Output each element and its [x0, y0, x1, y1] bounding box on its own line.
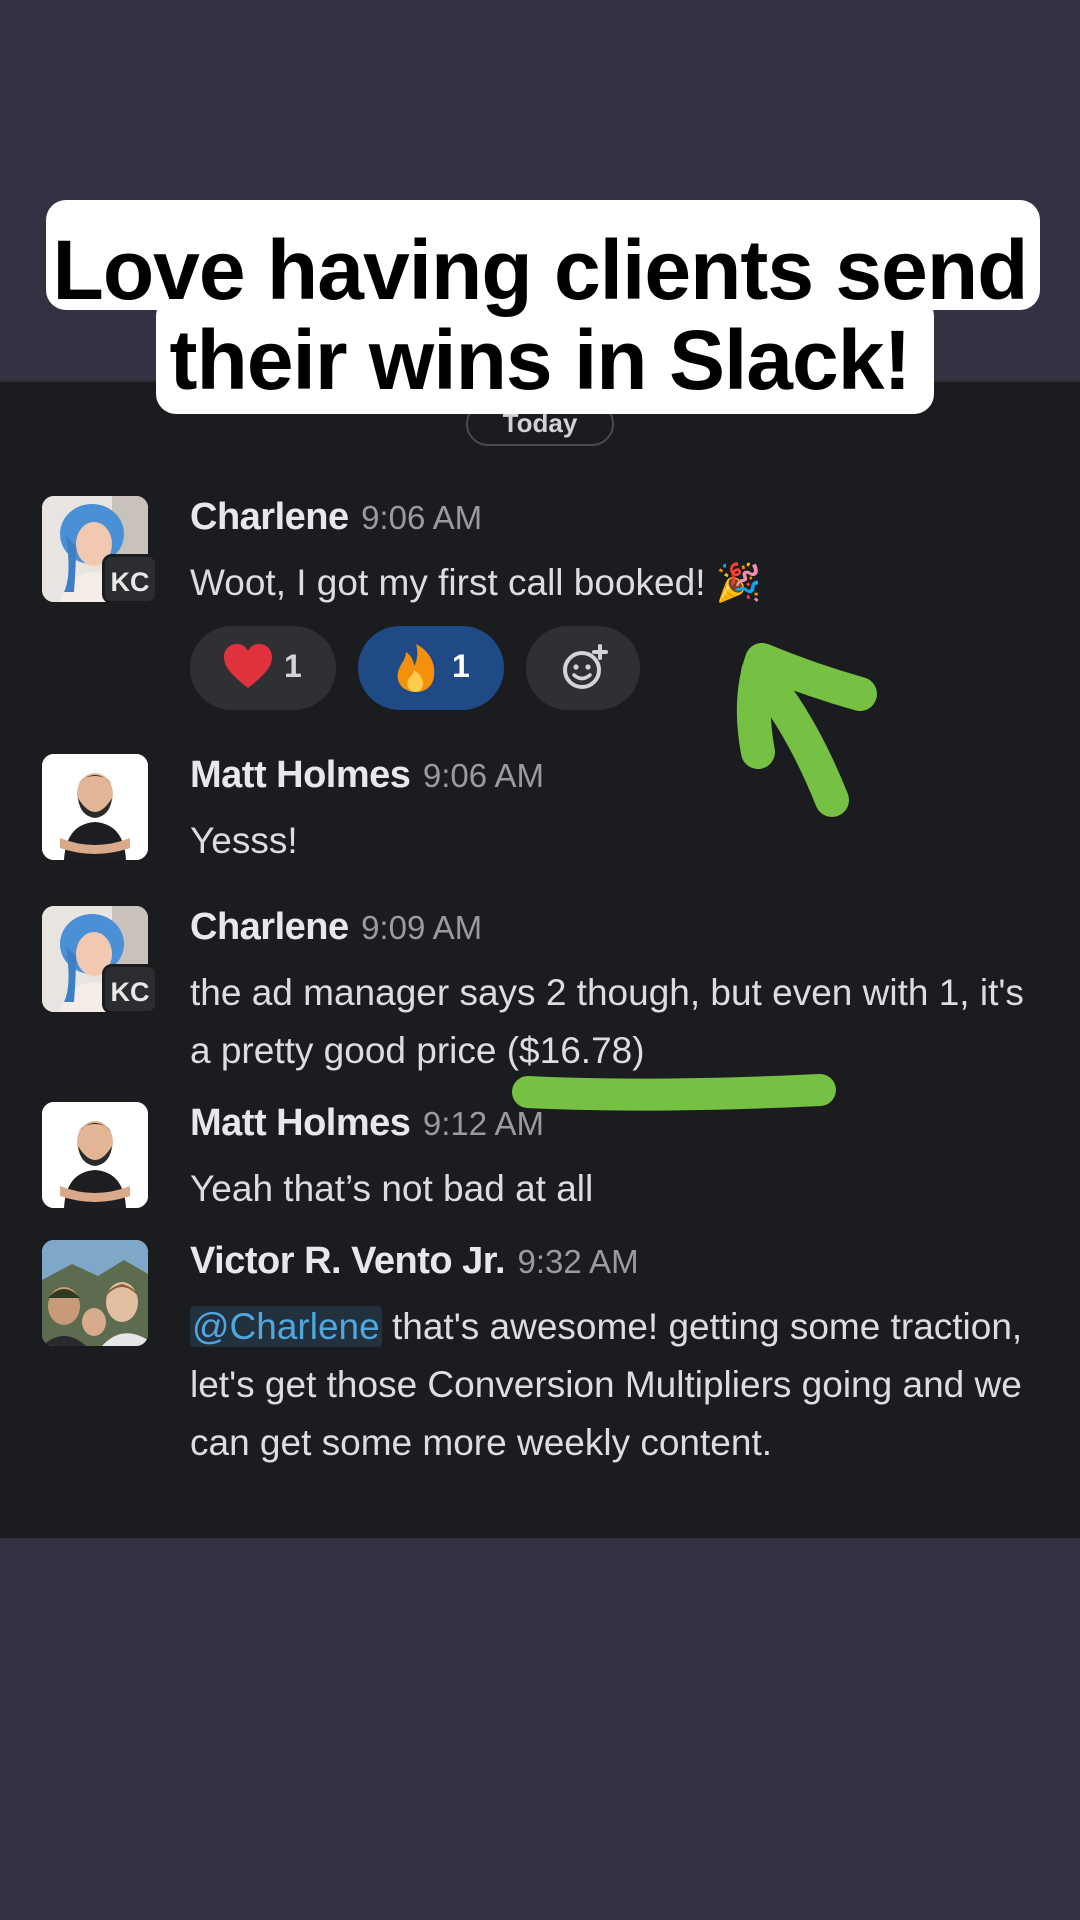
message-text: Yesss!	[190, 820, 298, 861]
reaction-heart[interactable]: 1	[190, 626, 336, 710]
message-victor: Victor R. Vento Jr. 9:32 AM @Charlene th…	[0, 1240, 1080, 1520]
message-author[interactable]: Matt Holmes	[190, 1102, 411, 1144]
message-text: Yeah that’s not bad at all	[190, 1168, 594, 1209]
message-author[interactable]: Charlene	[190, 906, 349, 948]
reaction-count: 1	[284, 648, 302, 684]
reaction-fire[interactable]: 1	[358, 626, 504, 710]
add-emoji-icon	[563, 644, 608, 689]
message-text: the ad manager says 2 though, but even w…	[190, 972, 1024, 1071]
message-header: Charlene 9:06 AM	[190, 496, 482, 539]
message-timestamp[interactable]: 9:06 AM	[423, 757, 544, 794]
caption-line-2: their wins in Slack!	[169, 313, 912, 407]
message-author[interactable]: Matt Holmes	[190, 754, 411, 796]
message-timestamp[interactable]: 9:32 AM	[517, 1243, 638, 1280]
message-header: Charlene 9:09 AM	[190, 906, 482, 949]
reaction-count: 1	[452, 648, 470, 684]
heart-icon	[224, 644, 272, 688]
fire-icon	[397, 644, 435, 692]
avatar-victor[interactable]	[42, 1240, 148, 1346]
avatar-initials-badge: KC	[102, 964, 158, 1014]
caption-overlay: Love having clients send their wins in S…	[0, 0, 1080, 440]
message-header: Matt Holmes 9:06 AM	[190, 754, 544, 797]
message-matt-1: Matt Holmes 9:06 AM Yesss!	[0, 754, 1080, 864]
message-author[interactable]: Victor R. Vento Jr.	[190, 1240, 506, 1282]
message-text: Woot, I got my first call booked! 🎉	[190, 562, 762, 603]
avatar-matt-holmes[interactable]	[42, 1102, 148, 1208]
avatar-initials-badge: KC	[102, 554, 158, 604]
add-reaction-button[interactable]	[526, 626, 640, 710]
avatar-matt-holmes[interactable]	[42, 754, 148, 860]
caption-line-1: Love having clients send	[52, 223, 1029, 317]
chat-panel: Today KC Charlene 9:06 AM Woot, I got my…	[0, 380, 1080, 1538]
message-header: Victor R. Vento Jr. 9:32 AM	[190, 1240, 639, 1283]
message-timestamp[interactable]: 9:09 AM	[361, 909, 482, 946]
message-text: @Charlene that's awesome! getting some t…	[190, 1298, 1050, 1472]
user-mention[interactable]: @Charlene	[190, 1306, 382, 1347]
message-timestamp[interactable]: 9:12 AM	[423, 1105, 544, 1142]
message-timestamp[interactable]: 9:06 AM	[361, 499, 482, 536]
message-author[interactable]: Charlene	[190, 496, 349, 538]
message-charlene-2: KC Charlene 9:09 AM the ad manager says …	[0, 906, 1080, 1076]
message-header: Matt Holmes 9:12 AM	[190, 1102, 544, 1145]
message-matt-2: Matt Holmes 9:12 AM Yeah that’s not bad …	[0, 1102, 1080, 1212]
